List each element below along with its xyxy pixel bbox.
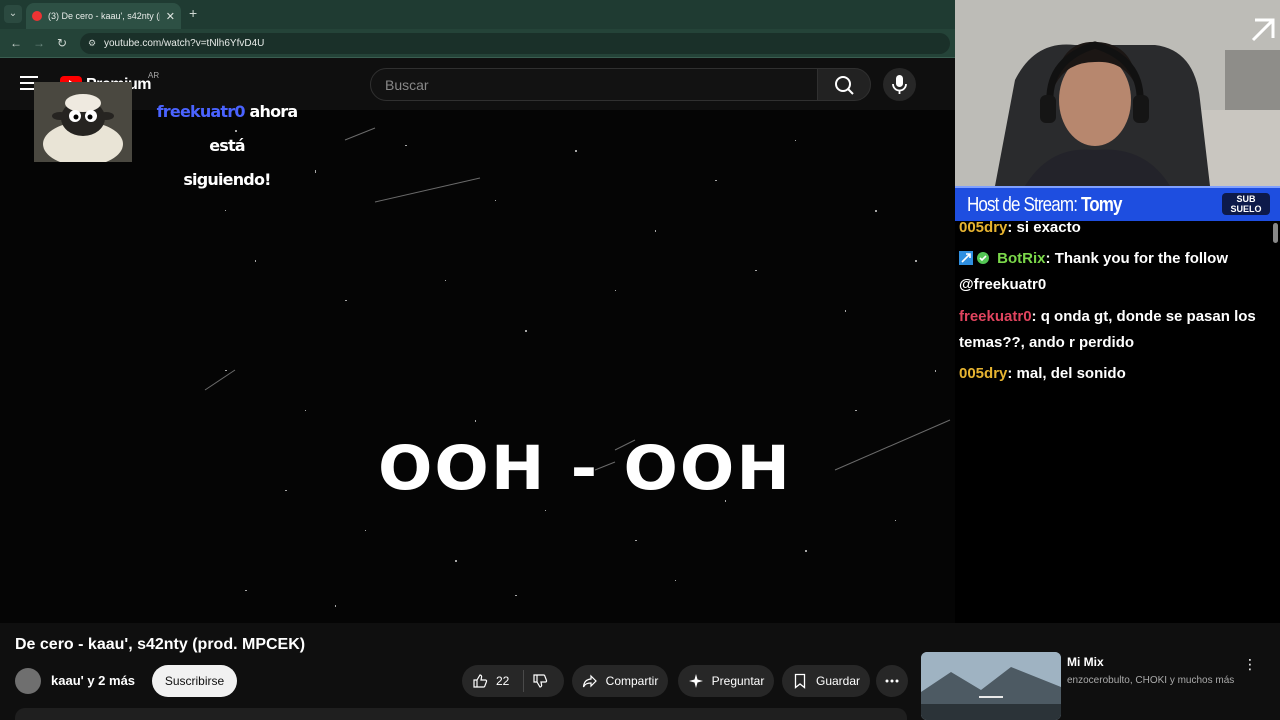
sparkle-icon — [688, 674, 703, 688]
thumbs-up-icon[interactable] — [472, 673, 488, 689]
url-text[interactable]: youtube.com/watch?v=tNlh6YfvD4U — [104, 38, 264, 49]
share-button[interactable]: Compartir — [572, 665, 668, 697]
logo-line-1: SUB — [1236, 194, 1256, 204]
mix-subtitle: enzocerobulto, CHOKI y muchos más — [1067, 675, 1235, 686]
follow-alert-text: freekuatr0 ahora está siguiendo! — [142, 95, 312, 197]
follow-alert-username: freekuatr0 — [156, 102, 246, 121]
share-label: Compartir — [605, 674, 659, 688]
video-title: De cero - kaau', s42nty (prod. MPCEK) — [15, 636, 306, 653]
chat-scrollbar[interactable] — [1273, 223, 1278, 243]
mix-thumbnail[interactable] — [921, 652, 1061, 720]
save-label: Guardar — [815, 674, 861, 688]
kebab-menu-icon[interactable]: ⋮ — [1243, 656, 1257, 673]
omnibox[interactable]: ⚙ youtube.com/watch?v=tNlh6YfvD4U — [80, 33, 950, 54]
reload-icon[interactable]: ↻ — [57, 36, 67, 50]
video-lyric-text: OOH - OOH — [378, 433, 792, 505]
save-button[interactable]: Guardar — [782, 665, 870, 697]
subscribe-button[interactable]: Suscribirse — [152, 665, 237, 697]
chat-text: mal, del sonido — [1016, 365, 1126, 382]
webcam-feed — [955, 0, 1280, 186]
ask-label: Preguntar — [711, 674, 765, 688]
chat-message: BotRix: Thank you for the follow @freeku… — [959, 246, 1271, 298]
chat-separator: : — [1007, 219, 1017, 236]
search-icon — [835, 76, 854, 95]
chat-username[interactable]: BotRix — [997, 250, 1045, 267]
like-divider — [523, 670, 525, 692]
chat-text: si exacto — [1016, 219, 1081, 236]
host-name: Tomy — [1080, 194, 1123, 216]
ask-button[interactable]: Preguntar — [678, 665, 774, 697]
channel-avatar[interactable] — [15, 668, 41, 694]
search-input[interactable]: Buscar — [370, 68, 818, 101]
channel-name[interactable]: kaau' y 2 más — [51, 673, 135, 688]
description-box[interactable] — [15, 708, 907, 720]
browser-tab-bar: ⌄ (3) De cero - kaau', s42nty (prod. ✕ + — [0, 0, 955, 29]
chat-message: 005dry: si exacto — [959, 215, 1271, 241]
voice-search-button[interactable] — [883, 68, 916, 101]
country-code: AR — [148, 71, 160, 80]
tab-title: (3) De cero - kaau', s42nty (prod. — [48, 11, 160, 21]
search-button[interactable] — [817, 68, 871, 101]
tab-list-chevron-icon[interactable]: ⌄ — [4, 5, 22, 23]
chat-username[interactable]: freekuatr0 — [959, 308, 1032, 325]
host-label: Host de Stream: Tomy — [967, 194, 1122, 217]
share-icon — [582, 674, 597, 688]
browser-tab[interactable]: (3) De cero - kaau', s42nty (prod. ✕ — [26, 3, 181, 29]
more-horizontal-icon — [885, 679, 899, 683]
like-dislike-group: 22 — [462, 665, 564, 697]
stream-chat: 005dry: si exacto BotRix: Thank you for … — [955, 219, 1280, 623]
microphone-icon — [892, 75, 907, 94]
verified-badge-icon — [977, 252, 989, 264]
back-arrow-icon[interactable]: ← — [10, 36, 22, 50]
site-info-icon[interactable]: ⚙ — [88, 38, 96, 49]
browser-address-bar: ← → ↻ ⚙ youtube.com/watch?v=tNlh6YfvD4U — [0, 29, 955, 58]
follow-alert-sheep-image — [34, 82, 132, 162]
screen: ⌄ (3) De cero - kaau', s42nty (prod. ✕ +… — [0, 0, 1280, 720]
chat-username[interactable]: 005dry — [959, 365, 1007, 382]
new-tab-button[interactable]: + — [189, 5, 197, 21]
more-actions-button[interactable] — [876, 665, 908, 697]
chat-username[interactable]: 005dry — [959, 219, 1007, 236]
follow-alert-message-2: siguiendo! — [183, 170, 271, 189]
like-count[interactable]: 22 — [496, 674, 509, 688]
search-placeholder: Buscar — [385, 77, 429, 93]
bookmark-icon — [794, 673, 806, 689]
host-label-text: Host de Stream: — [967, 194, 1078, 216]
chat-separator: : — [1031, 308, 1041, 325]
logo-line-2: SUELO — [1230, 204, 1262, 214]
close-tab-icon[interactable]: ✕ — [166, 10, 175, 23]
subsuelo-logo: SUB SUELO — [1222, 193, 1270, 215]
chat-separator: : — [1007, 365, 1017, 382]
youtube-favicon-icon — [32, 11, 42, 21]
thumbs-down-icon[interactable] — [532, 673, 548, 689]
chat-message: 005dry: mal, del sonido — [959, 361, 1271, 387]
chat-message: freekuatr0: q onda gt, donde se pasan lo… — [959, 304, 1271, 356]
moderator-badge-icon — [959, 251, 973, 265]
forward-arrow-icon[interactable]: → — [33, 36, 45, 50]
mix-title[interactable]: Mi Mix — [1067, 655, 1104, 669]
chat-separator: : — [1045, 250, 1055, 267]
